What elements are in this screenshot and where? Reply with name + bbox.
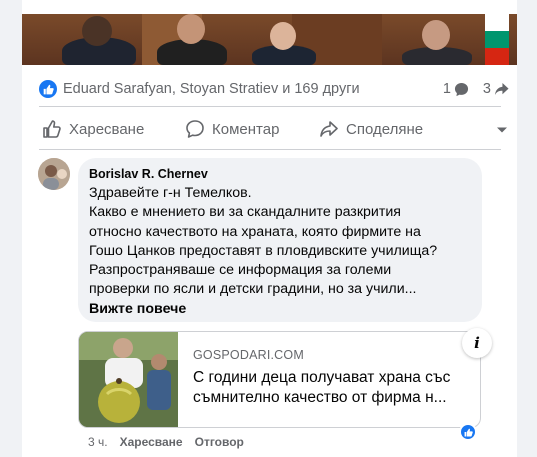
see-more-link[interactable]: Вижте повече — [89, 300, 470, 319]
flag-image — [485, 14, 509, 65]
comment-text: Здравейте г-н Темелков. Какво е мнението… — [89, 185, 438, 298]
comment-like-link[interactable]: Харесване — [120, 435, 183, 449]
share-icon — [320, 121, 338, 137]
shares-count[interactable]: 3 — [483, 81, 509, 97]
link-preview-card[interactable]: GOSPODARI.COM С години деца получават хр… — [78, 331, 481, 428]
comment-reply-link[interactable]: Отговор — [195, 435, 244, 449]
link-preview-domain: GOSPODARI.COM — [193, 348, 304, 362]
share-arrow-icon — [494, 82, 509, 95]
comment-bubble-icon — [454, 82, 468, 96]
comment-button[interactable]: Коментар — [185, 119, 319, 139]
like-button[interactable]: Харесване — [42, 119, 185, 139]
link-preview-title: С години деца получават храна със съмнит… — [193, 369, 451, 406]
post-actions-bar: Харесване Коментар Споделяне — [42, 112, 512, 146]
comment-bubble: Borislav R. Chernev Здравейте г-н Темелк… — [78, 158, 482, 322]
person-head — [270, 22, 296, 50]
person-head — [82, 16, 112, 46]
comment-meta: 3 ч. Харесване Отговор — [88, 435, 244, 449]
reactors-text[interactable]: Eduard Sarafyan, Stoyan Stratiev и 169 д… — [63, 81, 360, 97]
comments-count[interactable]: 1 — [443, 81, 469, 97]
info-icon[interactable]: i — [462, 328, 492, 358]
comment-button-label: Коментар — [212, 120, 280, 138]
avatar[interactable] — [38, 158, 70, 190]
post-card: Eduard Sarafyan, Stoyan Stratiev и 169 д… — [22, 0, 517, 457]
shares-count-value: 3 — [482, 81, 491, 97]
thumbs-up-icon — [43, 120, 61, 138]
link-preview-thumbnail — [79, 332, 178, 427]
divider — [39, 149, 501, 150]
comment-like-reaction-icon[interactable] — [459, 423, 477, 441]
comment-timestamp[interactable]: 3 ч. — [88, 435, 108, 449]
person-head — [422, 20, 450, 50]
like-button-label: Харесване — [69, 120, 145, 138]
chevron-down-icon[interactable] — [496, 121, 508, 138]
divider — [39, 106, 501, 107]
comment-author[interactable]: Borislav R. Chernev — [89, 166, 470, 182]
like-reaction-icon[interactable] — [39, 80, 57, 98]
comments-count-value: 1 — [442, 81, 451, 97]
post-photo[interactable] — [22, 14, 517, 65]
reactions-summary: Eduard Sarafyan, Stoyan Stratiev и 169 д… — [39, 79, 509, 99]
person-head — [177, 14, 205, 44]
share-button-label: Споделяне — [346, 120, 424, 138]
link-preview-info: GOSPODARI.COM С години деца получават хр… — [193, 348, 473, 408]
share-button[interactable]: Споделяне — [319, 119, 479, 139]
comment-icon — [186, 120, 204, 138]
